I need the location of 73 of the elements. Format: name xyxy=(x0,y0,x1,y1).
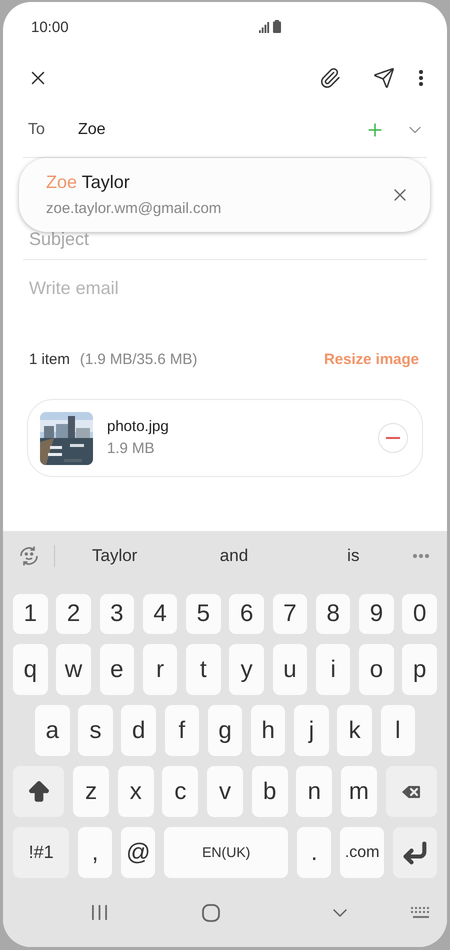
keyboard-key[interactable]: , xyxy=(78,827,112,878)
word-suggestion[interactable]: Taylor xyxy=(55,543,174,569)
keyboard-key[interactable]: e xyxy=(100,644,134,695)
attachment-count: 1 item xyxy=(29,350,70,370)
keyboard-key[interactable]: t xyxy=(186,644,221,695)
keyboard-key[interactable]: 4 xyxy=(142,594,178,634)
file-size: 1.9 MB xyxy=(107,439,156,459)
enter-key[interactable] xyxy=(392,827,437,878)
keyboard-key[interactable]: z xyxy=(73,766,110,817)
keyboard-key[interactable]: g xyxy=(208,705,242,756)
contact-suggestion-dropdown[interactable]: Zoe Taylor zoe.taylor.wm@gmail.com xyxy=(19,158,430,232)
to-label: To xyxy=(28,120,46,140)
more-icon xyxy=(419,70,423,86)
keyboard-key[interactable]: i xyxy=(316,644,350,695)
home-icon[interactable] xyxy=(202,904,220,922)
keyboard-key[interactable]: q xyxy=(13,644,48,695)
keyboard-key[interactable]: w xyxy=(56,644,91,695)
keyboard-key[interactable]: 3 xyxy=(100,594,134,634)
keyboard-key[interactable]: 6 xyxy=(229,594,264,634)
keyboard-key[interactable]: h xyxy=(250,705,286,756)
recents-icon[interactable] xyxy=(90,904,108,921)
keyboard-key[interactable]: m xyxy=(340,766,377,817)
keyboard-key[interactable]: u xyxy=(272,644,308,695)
word-suggestion[interactable]: is xyxy=(294,543,413,569)
keyboard-key[interactable]: d xyxy=(121,705,156,756)
keyboard-key[interactable]: 2 xyxy=(56,594,91,634)
keyboard-key[interactable]: b xyxy=(252,766,288,817)
backspace-key[interactable] xyxy=(386,766,437,817)
emoji-refresh-icon xyxy=(17,544,41,568)
keyboard-key[interactable]: 7 xyxy=(272,594,308,634)
keyboard-key[interactable]: s xyxy=(78,705,113,756)
keyboard-key[interactable]: .com xyxy=(340,827,384,878)
keyboard-key[interactable]: f xyxy=(164,705,200,756)
keyboard-key[interactable]: !#1 xyxy=(13,827,70,878)
keyboard-key[interactable]: a xyxy=(35,705,70,756)
word-suggestion[interactable]: and xyxy=(174,543,294,569)
remove-attachment-button[interactable] xyxy=(378,423,408,453)
keyboard-key[interactable]: y xyxy=(229,644,264,695)
keyboard-key[interactable]: n xyxy=(296,766,332,817)
attachment-size: (1.9 MB/35.6 MB) xyxy=(80,350,198,370)
more-icon[interactable] xyxy=(413,554,429,558)
more-button[interactable] xyxy=(417,68,425,88)
contact-email: zoe.taylor.wm@gmail.com xyxy=(46,199,222,220)
keyboard-key[interactable]: 1 xyxy=(13,594,48,634)
contact-name: Zoe Taylor xyxy=(46,171,131,194)
battery-icon xyxy=(273,20,281,33)
send-button[interactable] xyxy=(371,65,397,91)
keyboard-key[interactable]: v xyxy=(207,766,243,817)
keyboard-key[interactable]: 8 xyxy=(316,594,350,634)
space-key[interactable]: EN(UK) xyxy=(164,827,288,878)
keyboard-key[interactable]: 5 xyxy=(186,594,221,634)
keyboard-key[interactable]: . xyxy=(296,827,332,878)
keyboard-key[interactable]: c xyxy=(162,766,198,817)
keyboard-key[interactable]: l xyxy=(380,705,415,756)
status-time: 10:00 xyxy=(31,18,69,38)
shift-key[interactable] xyxy=(13,766,64,817)
minus-icon xyxy=(386,437,400,439)
keyboard-key[interactable]: 0 xyxy=(402,594,437,634)
send-icon xyxy=(373,67,395,89)
keyboard-key[interactable]: @ xyxy=(121,827,156,878)
keyboard-key[interactable]: o xyxy=(359,644,394,695)
keyboard-key[interactable]: k xyxy=(337,705,372,756)
signal-icon xyxy=(259,22,270,33)
keyboard-key[interactable]: 9 xyxy=(359,594,394,634)
enter-icon xyxy=(400,838,429,866)
keyboard-key[interactable]: r xyxy=(142,644,178,695)
keyboard-icon[interactable] xyxy=(411,906,432,918)
keyboard-key[interactable]: p xyxy=(402,644,437,695)
file-name: photo.jpg xyxy=(107,416,170,436)
paperclip-icon xyxy=(319,67,341,89)
keyboard-key[interactable]: j xyxy=(294,705,329,756)
keyboard-key[interactable]: x xyxy=(118,766,154,817)
recipient-input-field[interactable]: Zoe xyxy=(78,118,365,142)
